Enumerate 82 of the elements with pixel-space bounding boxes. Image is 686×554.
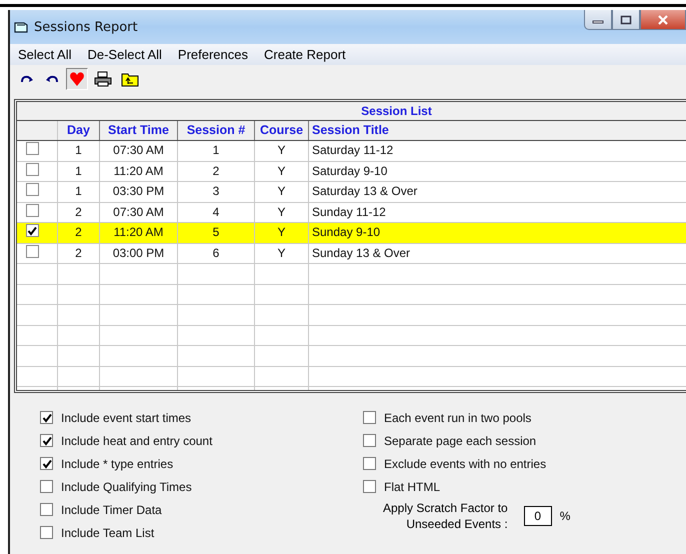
close-icon: [657, 14, 669, 24]
table-cell: 1: [178, 141, 255, 160]
printer-icon: [94, 71, 112, 87]
table-cell: 1: [58, 141, 100, 160]
table-cell: 4: [178, 202, 255, 222]
table-cell: Y: [255, 202, 309, 222]
row-checkbox[interactable]: [26, 162, 38, 176]
table-cell: Saturday 9-10: [309, 162, 686, 181]
table-cell: 11:20 AM: [100, 223, 178, 242]
checkbox-label: Include Qualifying Times: [61, 480, 192, 494]
redo-icon: [20, 74, 34, 84]
checkbox-label: Each event run in two pools: [384, 410, 532, 424]
checkbox[interactable]: [40, 480, 53, 493]
row-checkbox[interactable]: [26, 224, 38, 238]
checkbox[interactable]: [40, 457, 53, 470]
maximize-button[interactable]: [612, 10, 640, 30]
column-header[interactable]: Day: [58, 121, 100, 140]
menu-item[interactable]: Create Report: [264, 47, 346, 62]
table-cell: 1: [58, 162, 100, 181]
scratch-factor-label: Unseeded Events :: [406, 516, 508, 532]
table-cell: Y: [255, 244, 309, 263]
close-button[interactable]: [640, 10, 686, 30]
table-cell: 03:00 PM: [100, 244, 178, 263]
table-cell: Sunday 11-12: [309, 202, 686, 222]
table-cell: 03:30 PM: [100, 182, 178, 202]
table-cell: Y: [255, 141, 309, 160]
table-cell: 07:30 AM: [100, 141, 178, 160]
checkbox[interactable]: [363, 434, 376, 447]
table-cell: 11:20 AM: [100, 162, 178, 181]
row-checkbox[interactable]: [26, 142, 38, 156]
table-cell: Y: [255, 182, 309, 202]
checkbox[interactable]: [40, 411, 53, 424]
maximize-icon: [620, 14, 632, 24]
checkbox[interactable]: [40, 503, 53, 516]
heart-icon: [69, 71, 85, 87]
checkbox[interactable]: [363, 457, 376, 470]
table-cell: 6: [178, 244, 255, 263]
table-cell: 2: [58, 244, 100, 263]
table-cell: Sunday 13 & Over: [309, 244, 686, 263]
column-header[interactable]: Start Time: [100, 121, 178, 140]
table-cell: Sunday 9-10: [309, 223, 686, 242]
row-checkbox[interactable]: [26, 183, 38, 196]
percent-label: %: [560, 509, 570, 523]
column-header[interactable]: Course: [255, 121, 309, 140]
checkbox-label: Include * type entries: [61, 456, 174, 470]
menu-item[interactable]: Preferences: [178, 47, 248, 62]
grid-title: Session List: [17, 102, 686, 121]
table-cell: Saturday 11-12: [309, 141, 686, 160]
table-cell: 2: [58, 223, 100, 242]
table-cell: 1: [58, 182, 100, 202]
menu-item[interactable]: Select All: [18, 47, 72, 62]
minimize-button[interactable]: [584, 10, 612, 30]
scratch-factor-label: Apply Scratch Factor to: [383, 500, 508, 516]
table-cell: 5: [178, 223, 255, 242]
folder-icon: [121, 71, 139, 87]
checkbox[interactable]: [40, 526, 53, 539]
checkbox-label: Include heat and entry count: [61, 434, 212, 448]
column-header[interactable]: Session Title: [309, 121, 686, 140]
table-cell: 2: [58, 202, 100, 222]
window-title: Sessions Report: [34, 20, 138, 34]
checkbox[interactable]: [40, 434, 53, 447]
scratch-factor-field[interactable]: 0: [524, 506, 552, 526]
checkbox-label: Separate page each session: [384, 434, 536, 448]
checkbox-label: Flat HTML: [384, 480, 440, 494]
checkbox-label: Include Timer Data: [61, 502, 162, 516]
table-cell: 3: [178, 182, 255, 202]
undo-icon: [45, 74, 59, 84]
table-cell: Y: [255, 223, 309, 242]
checkbox-label: Exclude events with no entries: [384, 456, 546, 470]
checkbox-label: Include Team List: [61, 526, 154, 540]
checkbox[interactable]: [363, 411, 376, 424]
table-cell: Y: [255, 162, 309, 181]
row-checkbox[interactable]: [26, 204, 38, 217]
column-header[interactable]: Session #: [178, 121, 255, 140]
checkbox-label: Include event start times: [61, 410, 192, 424]
checkbox[interactable]: [363, 480, 376, 493]
window-icon: [14, 21, 28, 33]
table-cell: 07:30 AM: [100, 202, 178, 222]
row-checkbox[interactable]: [26, 244, 38, 258]
table-cell: Saturday 13 & Over: [309, 182, 686, 202]
menu-item[interactable]: De-Select All: [87, 47, 162, 62]
table-cell: 2: [178, 162, 255, 181]
